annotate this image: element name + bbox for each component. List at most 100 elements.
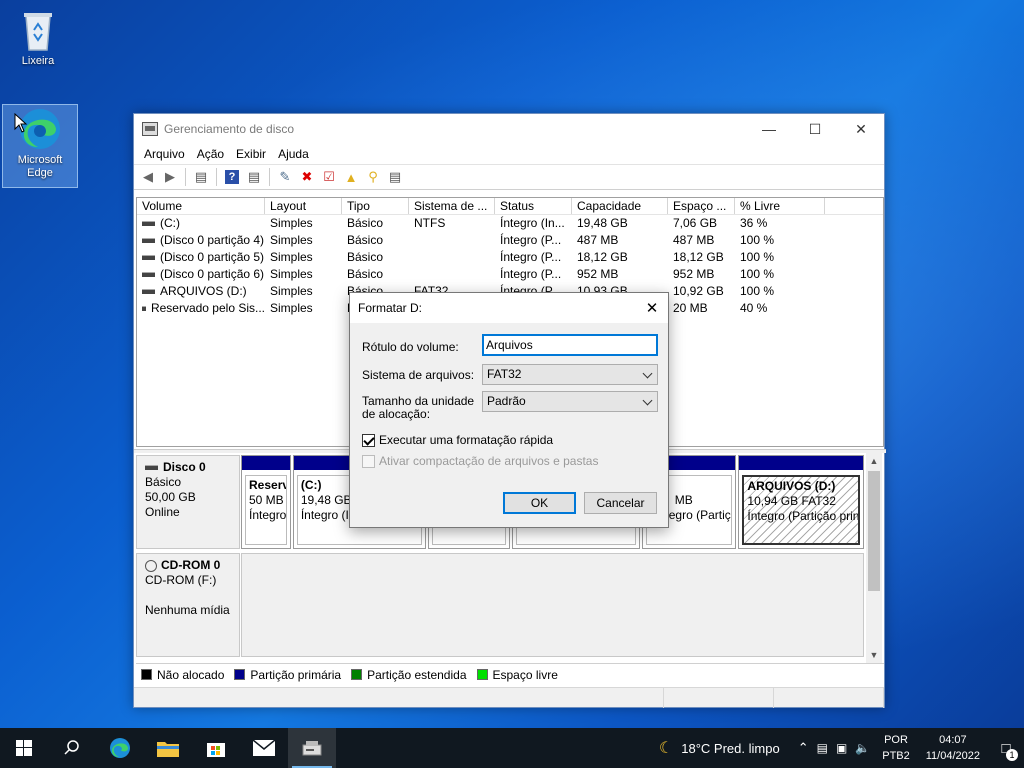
cell-text: Simples (270, 267, 313, 281)
cdrom-0-area[interactable] (241, 553, 864, 657)
weather-text[interactable]: 18°C Pred. limpo (677, 741, 783, 756)
close-button[interactable]: ✕ (838, 114, 884, 144)
properties-icon[interactable]: ▤ (244, 167, 264, 187)
disk-view-scrollbar[interactable]: ▲ ▼ (866, 453, 882, 663)
table-cell-free: 18,12 GB (668, 249, 735, 266)
column-header-volume[interactable]: Volume (137, 198, 265, 214)
column-header-free-space[interactable]: Espaço ... (668, 198, 735, 214)
alloc-caption-line2: de alocação: (362, 407, 431, 421)
taskbar-disk-management[interactable] (288, 728, 336, 768)
menu-arquivo[interactable]: Arquivo (138, 147, 191, 161)
search-button[interactable] (48, 728, 96, 768)
cell-text: 487 MB (673, 233, 715, 247)
cdrom-0-label[interactable]: CD-ROM 0 CD-ROM (F:) Nenhuma mídia (136, 553, 240, 657)
volume-label-input[interactable]: Arquivos (482, 334, 658, 356)
table-cell-layout: Simples (265, 266, 342, 283)
dialog-titlebar[interactable]: Formatar D: ✕ (350, 293, 668, 323)
help-icon[interactable]: ? (222, 167, 242, 187)
chevron-up-icon[interactable]: ⌃ (794, 740, 813, 756)
cdrom-0-media: Nenhuma mídia (145, 603, 230, 617)
folder-search-icon[interactable]: ⚲ (363, 167, 383, 187)
cell-text: (C:) (160, 216, 180, 230)
forward-icon[interactable]: ▶ (160, 167, 180, 187)
partition-name: ARQUIVOS (D:) (747, 479, 836, 493)
taskbar-edge[interactable] (96, 728, 144, 768)
clock-time: 04:07 (939, 734, 967, 746)
checklist-icon[interactable]: ☑ (319, 167, 339, 187)
language-indicator[interactable]: POR PTB2 (874, 732, 918, 764)
dialog-close-button[interactable]: ✕ (636, 293, 668, 323)
table-cell-free: 10,92 GB (668, 283, 735, 300)
table-cell-pct: 36 % (735, 215, 825, 232)
toolbar-separator (216, 168, 217, 186)
cell-text: 952 MB (577, 267, 619, 281)
start-button[interactable] (0, 728, 48, 768)
legend-swatch (351, 669, 363, 680)
export-list-icon[interactable]: ▤ (385, 167, 405, 187)
partition-d-selected[interactable]: ARQUIVOS (D:) 10,94 GB FAT32 Íntegro (Pa… (738, 455, 864, 549)
cell-text: Íntegro (In... (500, 216, 565, 230)
disk-0-label[interactable]: Disco 0 Básico 50,00 GB Online (136, 455, 240, 549)
table-row[interactable]: (Disco 0 partição 4) Simples Básico Íntegro… (137, 232, 883, 249)
folder-up-icon[interactable]: ▲ (341, 167, 361, 187)
window-titlebar[interactable]: Gerenciamento de disco — ☐ ✕ (134, 114, 884, 144)
column-header-status[interactable]: Status (495, 198, 572, 214)
partition-reserved[interactable]: Reserv 50 MB Íntegro (241, 455, 291, 549)
minimize-button[interactable]: — (746, 114, 792, 144)
table-row[interactable]: (Disco 0 partição 5) Simples Básico Íntegro… (137, 249, 883, 266)
scroll-thumb[interactable] (868, 471, 880, 591)
quick-format-checkbox[interactable]: Executar uma formatação rápida (362, 433, 553, 447)
alloc-unit-select[interactable]: Padrão (482, 391, 658, 412)
back-icon[interactable]: ◀ (138, 167, 158, 187)
cell-text: 18,12 GB (577, 250, 628, 264)
column-header-capacity[interactable]: Capacidade (572, 198, 668, 214)
cell-text: Íntegro (P... (500, 250, 562, 264)
table-cell-status: Íntegro (P... (495, 266, 572, 283)
column-header-percent-free[interactable]: % Livre (735, 198, 825, 214)
cell-text: 100 % (740, 284, 775, 298)
menu-exibir[interactable]: Exibir (230, 147, 272, 161)
cell-text: 10,92 GB (673, 284, 724, 298)
clock[interactable]: 04:07 11/04/2022 (918, 732, 988, 764)
taskbar-mail[interactable] (240, 728, 288, 768)
taskbar-file-explorer[interactable] (144, 728, 192, 768)
partition-status: Íntegro (Partição prin (747, 509, 860, 523)
menu-ajuda[interactable]: Ajuda (272, 147, 315, 161)
table-cell-volume: ARQUIVOS (D:) (137, 283, 265, 300)
drive-icon (142, 306, 146, 311)
column-header-layout[interactable]: Layout (265, 198, 342, 214)
cancel-button[interactable]: Cancelar (584, 492, 657, 514)
desktop-icon-recycle-bin[interactable]: Lixeira (0, 6, 76, 74)
table-row[interactable]: (Disco 0 partição 6) Simples Básico Íntegro… (137, 266, 883, 283)
table-row[interactable]: (C:) Simples Básico NTFS Íntegro (In... 19,48… (137, 215, 883, 232)
scroll-down-icon[interactable]: ▼ (866, 647, 882, 663)
table-cell-layout: Simples (265, 215, 342, 232)
table-cell-layout: Simples (265, 249, 342, 266)
column-header-tipo[interactable]: Tipo (342, 198, 409, 214)
weather-icon[interactable]: ☾ (655, 738, 677, 758)
drive-icon (142, 289, 155, 294)
network-icon[interactable]: ▤ (813, 741, 832, 755)
scroll-up-icon[interactable]: ▲ (866, 453, 882, 469)
taskbar-store[interactable] (192, 728, 240, 768)
cell-text: (Disco 0 partição 4) (160, 233, 265, 247)
network-wired-icon[interactable]: ▣ (832, 741, 851, 755)
column-header-filesystem[interactable]: Sistema de ... (409, 198, 495, 214)
connect-icon[interactable]: ✎ (275, 167, 295, 187)
disk-0-size: 50,00 GB (145, 490, 196, 504)
delete-icon[interactable]: ✖ (297, 167, 317, 187)
table-cell-layout: Simples (265, 300, 342, 317)
maximize-button[interactable]: ☐ (792, 114, 838, 144)
menu-acao[interactable]: Ação (191, 147, 230, 161)
ok-button[interactable]: OK (503, 492, 576, 514)
cell-text: Básico (347, 216, 384, 230)
console-tree-icon[interactable]: ▤ (191, 167, 211, 187)
format-dialog: Formatar D: ✕ Rótulo do volume: Arquivos… (349, 292, 669, 528)
cell-text: 20 MB (673, 301, 708, 315)
volume-icon[interactable]: 🔈 (851, 741, 874, 755)
cell-text: 40 % (740, 301, 768, 315)
notification-center-button[interactable]: □ 1 (988, 740, 1024, 761)
desktop-icon-label: Microsoft Edge (17, 154, 63, 179)
filesystem-select[interactable]: FAT32 (482, 364, 658, 385)
table-cell-free: 952 MB (668, 266, 735, 283)
